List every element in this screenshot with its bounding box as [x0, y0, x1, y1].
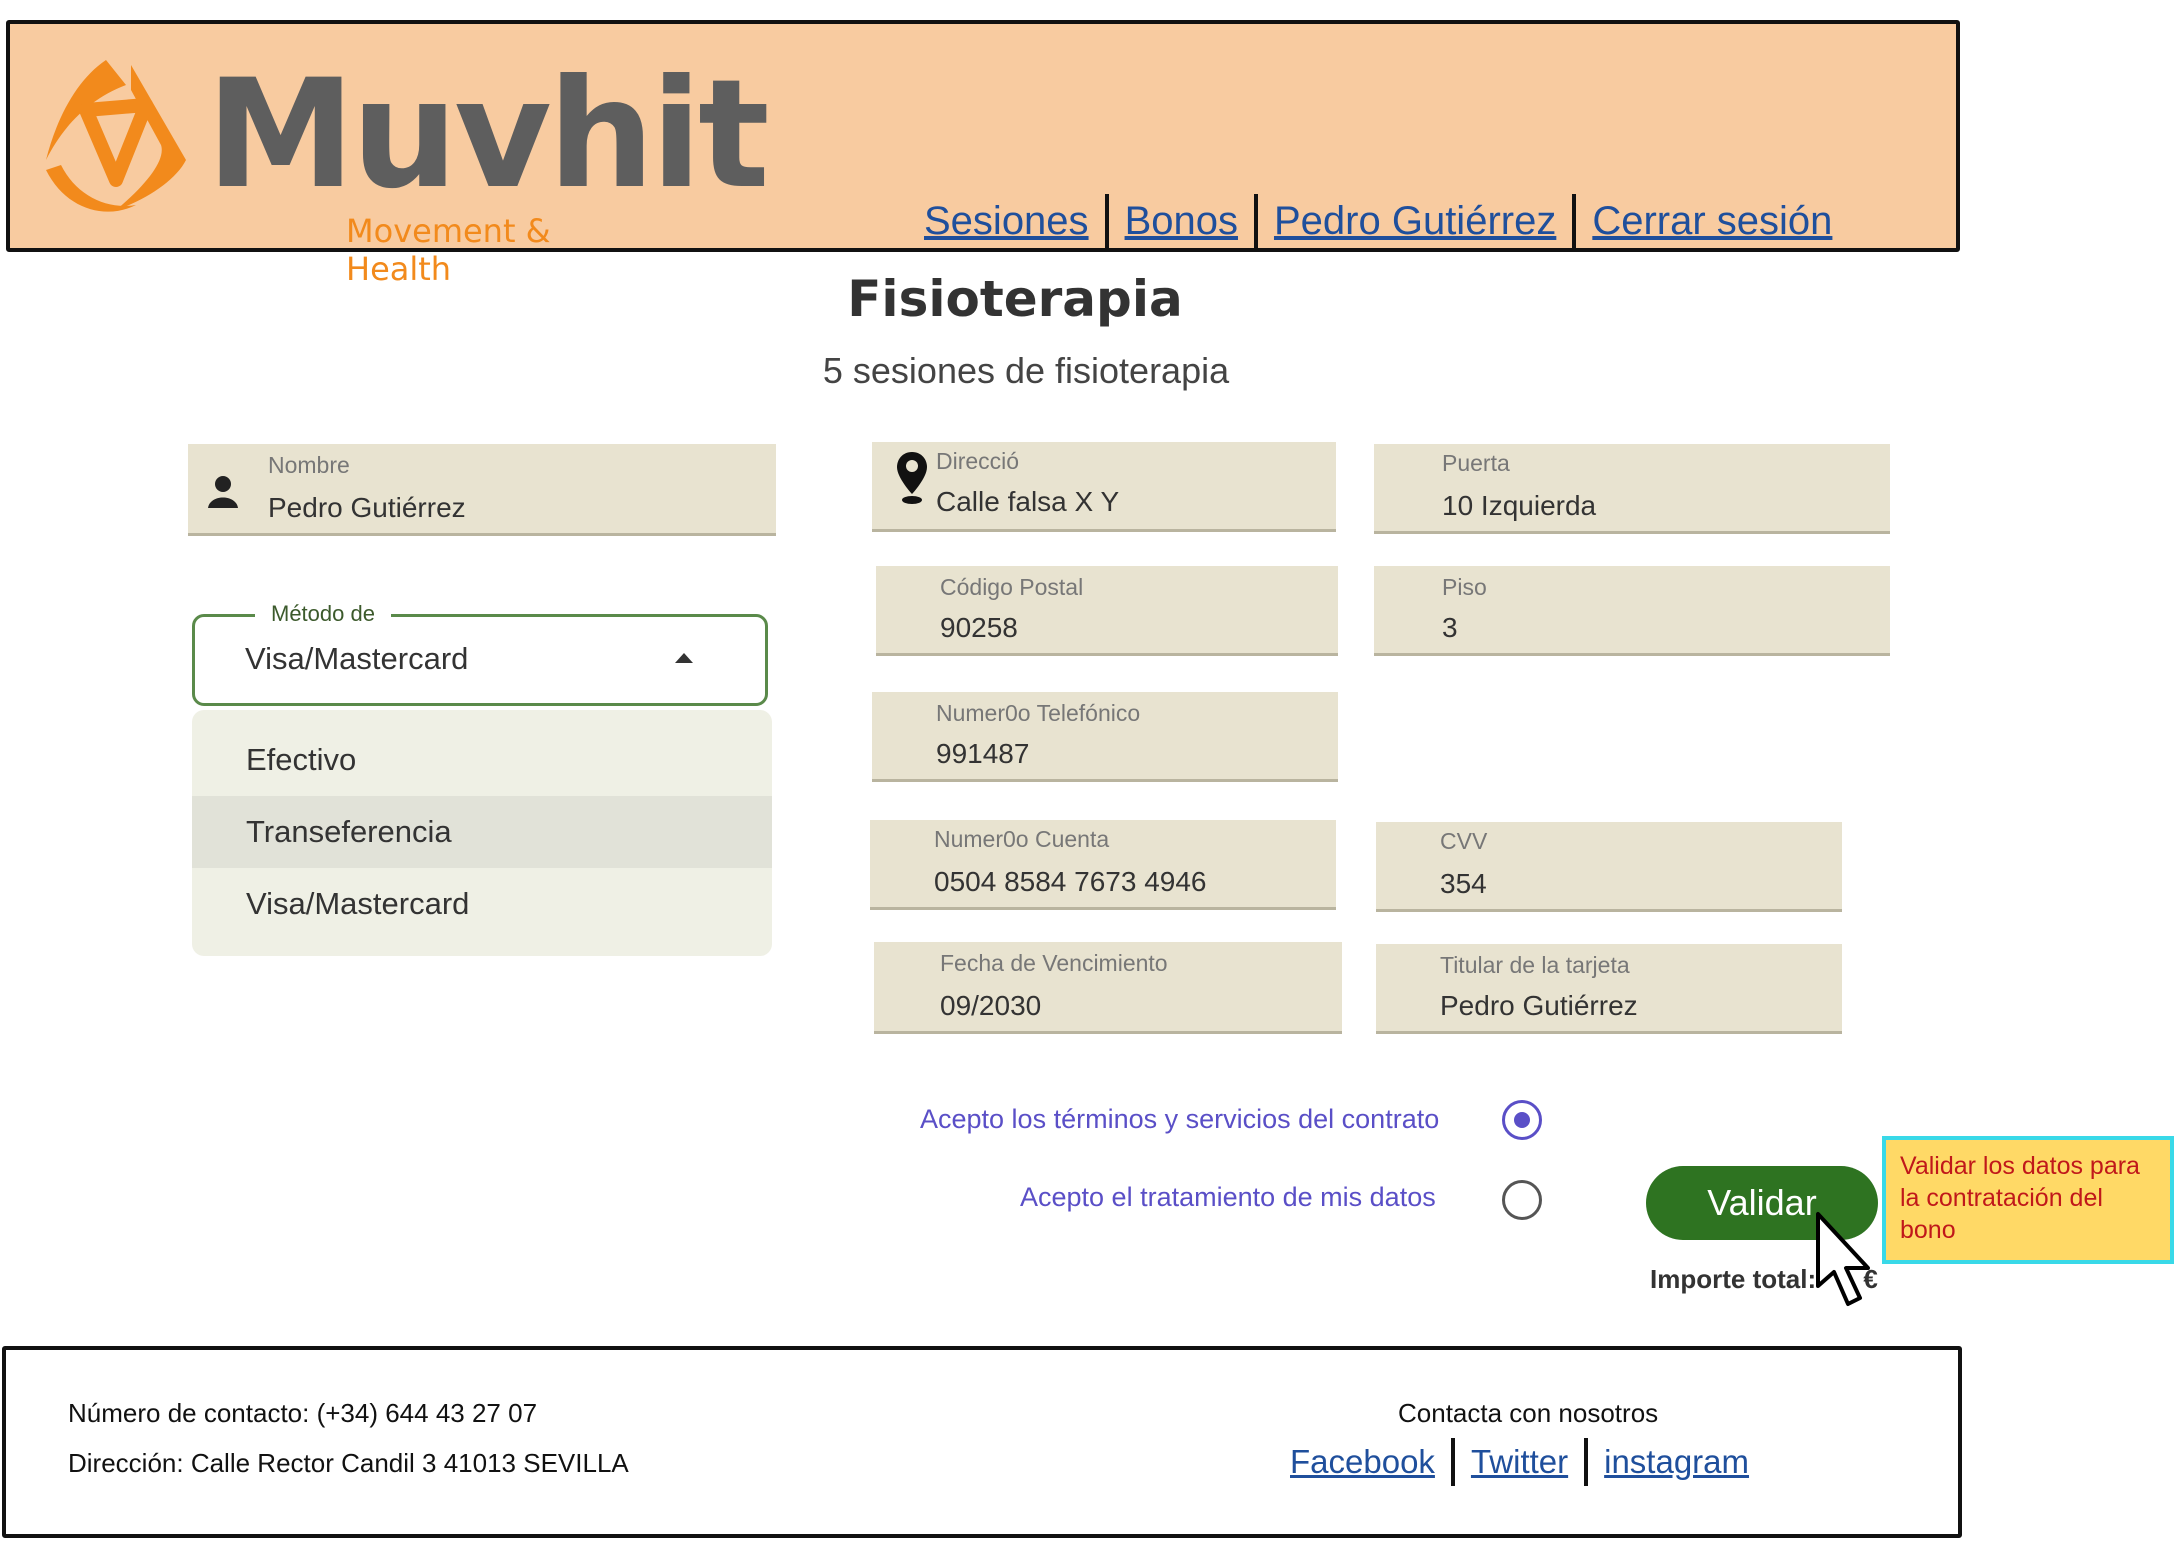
cvv-field[interactable]: CVV 354 [1376, 822, 1842, 912]
footer: Número de contacto: (+34) 644 43 27 07 D… [2, 1346, 1962, 1538]
cuenta-field[interactable]: Numer0o Cuenta 0504 8584 7673 4946 [870, 820, 1336, 910]
vencimiento-value: 09/2030 [940, 990, 1042, 1021]
payment-method-select[interactable]: Método de Visa/Mastercard [192, 601, 768, 706]
payment-method-value: Visa/Mastercard [245, 641, 469, 676]
terms-label: Acepto los términos y servicios del cont… [920, 1104, 1440, 1134]
nav-divider [1572, 194, 1577, 248]
logo-mark-icon [46, 60, 186, 212]
codigo-postal-field[interactable]: Código Postal 90258 [876, 566, 1338, 656]
user-icon [208, 476, 238, 508]
data-consent-label: Acepto el tratamiento de mis datos [1020, 1182, 1436, 1212]
page-subtitle: 5 sesiones de fisioterapia [822, 350, 1230, 391]
header: Muvhit Movement & Health Sesiones Bonos … [6, 20, 1960, 288]
cvv-label: CVV [1440, 828, 1488, 854]
main-nav: Sesiones Bonos Pedro Gutiérrez Cerrar se… [924, 194, 1832, 248]
facebook-link[interactable]: Facebook [1290, 1443, 1435, 1481]
piso-field[interactable]: Piso 3 [1374, 566, 1890, 656]
cuenta-label: Numer0o Cuenta [934, 826, 1110, 852]
telefono-label: Numer0o Telefónico [936, 700, 1141, 726]
cvv-value: 354 [1440, 868, 1487, 899]
nav-link-sesiones[interactable]: Sesiones [924, 199, 1089, 244]
vencimiento-label: Fecha de Vencimiento [940, 950, 1168, 976]
payment-method-options: Efectivo Transeferencia Visa/Mastercard [192, 710, 772, 956]
direccion-label: Direcció [936, 448, 1020, 474]
payment-option-efectivo[interactable]: Efectivo [192, 724, 772, 796]
footer-address: Dirección: Calle Rector Candil 3 41013 S… [68, 1448, 629, 1478]
titular-value: Pedro Gutiérrez [1440, 990, 1638, 1021]
vencimiento-field[interactable]: Fecha de Vencimiento 09/2030 [874, 942, 1342, 1034]
social-links: Facebook Twitter instagram [1290, 1438, 1749, 1486]
nav-divider [1104, 194, 1109, 248]
nav-divider [1253, 194, 1258, 248]
direccion-value: Calle falsa X Y [936, 486, 1120, 517]
puerta-field[interactable]: Puerta 10 Izquierda [1374, 444, 1890, 534]
nombre-label: Nombre [268, 452, 350, 478]
map-pin-icon [897, 452, 927, 504]
nav-link-profile[interactable]: Pedro Gutiérrez [1274, 199, 1556, 244]
telefono-value: 991487 [936, 738, 1030, 769]
titular-label: Titular de la tarjeta [1440, 952, 1630, 978]
logo-wordmark: Muvhit [206, 48, 770, 222]
terms-radio[interactable] [1502, 1100, 1542, 1140]
mouse-pointer-icon [1816, 1212, 1870, 1306]
footer-contact-number: Número de contacto: (+34) 644 43 27 07 [68, 1398, 538, 1428]
social-divider [1450, 1438, 1455, 1486]
payment-option-visa[interactable]: Visa/Mastercard [192, 868, 772, 940]
telefono-field[interactable]: Numer0o Telefónico 991487 [872, 692, 1338, 782]
logo[interactable]: Muvhit Movement & Health [36, 40, 770, 288]
nombre-value: Pedro Gutiérrez [268, 492, 466, 523]
piso-label: Piso [1442, 574, 1487, 600]
codigo-postal-value: 90258 [940, 612, 1018, 643]
puerta-value: 10 Izquierda [1442, 490, 1597, 521]
payment-option-transferencia[interactable]: Transeferencia [192, 796, 772, 868]
nombre-field[interactable]: Nombre Pedro Gutiérrez [188, 444, 776, 536]
caret-up-icon [675, 653, 693, 663]
footer-contact-heading: Contacta con nosotros [1398, 1398, 1659, 1428]
codigo-postal-label: Código Postal [940, 574, 1084, 600]
titular-field[interactable]: Titular de la tarjeta Pedro Gutiérrez [1376, 944, 1842, 1034]
data-consent-radio[interactable] [1502, 1180, 1542, 1220]
page-title: Fisioterapia [847, 270, 1183, 328]
social-divider [1584, 1438, 1589, 1486]
nav-link-bonos[interactable]: Bonos [1125, 199, 1238, 244]
piso-value: 3 [1442, 612, 1458, 643]
twitter-link[interactable]: Twitter [1471, 1443, 1568, 1481]
cuenta-value: 0504 8584 7673 4946 [934, 866, 1207, 897]
validate-tooltip: Validar los datos para la contratación d… [1882, 1136, 2174, 1264]
payment-method-label: Método de [255, 601, 391, 627]
total-label: Importe total: [1650, 1264, 1817, 1294]
instagram-link[interactable]: instagram [1604, 1443, 1749, 1481]
direccion-field[interactable]: Direcció Calle falsa X Y [872, 442, 1336, 532]
nav-link-logout[interactable]: Cerrar sesión [1592, 199, 1832, 244]
puerta-label: Puerta [1442, 450, 1510, 476]
